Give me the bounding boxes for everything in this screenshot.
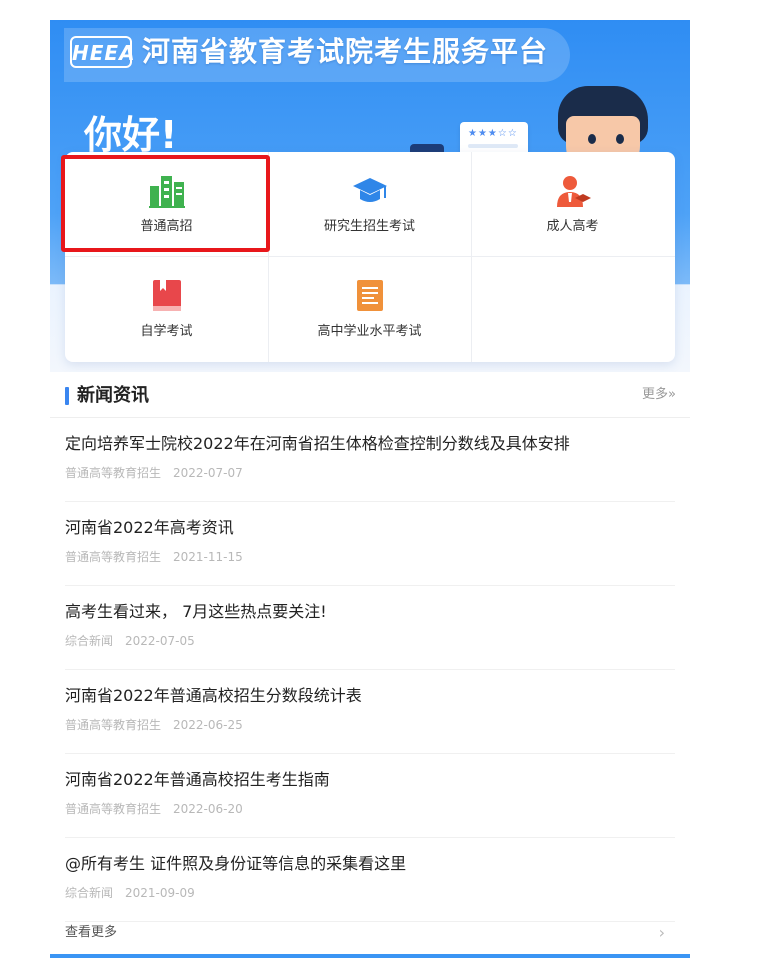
news-category: 综合新闻 — [65, 886, 114, 900]
section-accent-bar — [65, 387, 69, 405]
graduation-cap-icon — [352, 178, 387, 202]
news-meta: 综合新闻 2021-09-09 — [65, 884, 195, 902]
news-date: 2021-11-15 — [173, 550, 243, 564]
news-category: 普通高等教育招生 — [65, 718, 162, 732]
news-category: 综合新闻 — [65, 634, 114, 648]
view-more-label: 查看更多 — [65, 925, 118, 940]
news-headline: 河南省2022年普通高校招生考生指南 — [65, 770, 330, 789]
service-academic-proficiency-exam[interactable]: 高中学业水平考试 — [268, 257, 471, 361]
news-header: 新闻资讯 更多» — [50, 372, 690, 418]
news-section-title: 新闻资讯 — [77, 385, 149, 406]
building-icon — [148, 176, 185, 208]
book-icon — [152, 280, 181, 311]
service-grid: 普通高招 研究生招生考试 成人高考 自学考试 高中学业水平考试 — [65, 152, 675, 362]
header-banner: HEEA 河南省教育考试院考生服务平台 你好! ★★★☆☆ 普通高招 研究生招生… — [50, 20, 690, 372]
news-item[interactable]: 定向培养军士院校2022年在河南省招生体格检查控制分数线及具体安排 普通高等教育… — [65, 418, 675, 502]
star-rating-icon: ★★★☆☆ — [468, 128, 518, 139]
service-label: 研究生招生考试 — [323, 219, 415, 234]
news-headline: @所有考生 证件照及身份证等信息的采集看这里 — [65, 854, 407, 873]
news-headline: 河南省2022年高考资讯 — [65, 518, 234, 537]
platform-title: 河南省教育考试院考生服务平台 — [142, 35, 549, 68]
service-label: 普通高招 — [140, 219, 193, 234]
news-meta: 普通高等教育招生 2022-07-07 — [65, 464, 243, 482]
news-item[interactable]: 河南省2022年高考资讯 普通高等教育招生 2021-11-15 — [65, 502, 675, 586]
service-adult-exam[interactable]: 成人高考 — [471, 152, 674, 256]
news-meta: 普通高等教育招生 2021-11-15 — [65, 548, 243, 566]
news-date: 2021-09-09 — [125, 886, 195, 900]
news-category: 普通高等教育招生 — [65, 550, 162, 564]
news-date: 2022-06-25 — [173, 718, 243, 732]
news-item[interactable]: 高考生看过来， 7月这些热点要关注! 综合新闻 2022-07-05 — [65, 586, 675, 670]
news-item[interactable]: 河南省2022年普通高校招生考生指南 普通高等教育招生 2022-06-20 — [65, 754, 675, 838]
document-icon — [356, 280, 383, 311]
news-date: 2022-07-05 — [125, 634, 195, 648]
news-meta: 综合新闻 2022-07-05 — [65, 632, 195, 650]
news-category: 普通高等教育招生 — [65, 466, 162, 480]
service-graduate-exam[interactable]: 研究生招生考试 — [268, 152, 471, 256]
service-general-admission[interactable]: 普通高招 — [65, 152, 268, 256]
news-more-link[interactable]: 更多» — [642, 385, 676, 405]
text-line-decoration — [468, 144, 518, 148]
service-label: 自学考试 — [140, 324, 193, 339]
news-category: 普通高等教育招生 — [65, 802, 162, 816]
news-headline: 定向培养军士院校2022年在河南省招生体格检查控制分数线及具体安排 — [65, 434, 570, 453]
person-icon — [556, 176, 591, 207]
service-label: 成人高考 — [546, 219, 599, 234]
service-self-study-exam[interactable]: 自学考试 — [65, 257, 268, 361]
news-meta: 普通高等教育招生 2022-06-20 — [65, 800, 243, 818]
view-more-link[interactable]: 查看更多 › — [65, 918, 675, 952]
page: HEEA 河南省教育考试院考生服务平台 你好! ★★★☆☆ 普通高招 研究生招生… — [50, 20, 690, 958]
news-item[interactable]: 河南省2022年普通高校招生分数段统计表 普通高等教育招生 2022-06-25 — [65, 670, 675, 754]
news-date: 2022-06-20 — [173, 802, 243, 816]
news-list: 定向培养军士院校2022年在河南省招生体格检查控制分数线及具体安排 普通高等教育… — [65, 418, 675, 922]
service-label: 高中学业水平考试 — [317, 324, 422, 339]
news-headline: 河南省2022年普通高校招生分数段统计表 — [65, 686, 362, 705]
news-headline: 高考生看过来， 7月这些热点要关注! — [65, 602, 327, 621]
bottom-accent-bar — [50, 954, 690, 958]
eye-shape — [588, 134, 596, 144]
news-meta: 普通高等教育招生 2022-06-25 — [65, 716, 243, 734]
news-item[interactable]: @所有考生 证件照及身份证等信息的采集看这里 综合新闻 2021-09-09 — [65, 838, 675, 922]
heea-logo: HEEA — [70, 36, 135, 68]
eye-shape — [616, 134, 624, 144]
chevron-right-icon: › — [658, 923, 665, 942]
news-date: 2022-07-07 — [173, 466, 243, 480]
